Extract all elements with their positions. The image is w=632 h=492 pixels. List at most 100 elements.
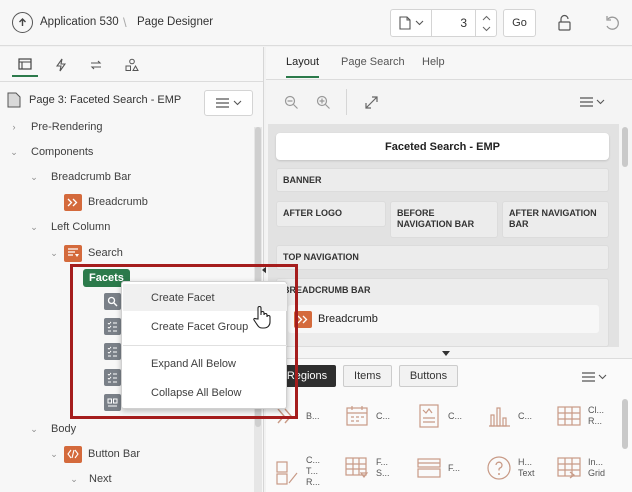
gallery-menu-button[interactable]	[580, 368, 608, 386]
gallery-item-chart[interactable]: C...	[486, 403, 532, 429]
page-designer-header: Application 530 \ Page Designer 3 Go	[0, 0, 632, 46]
gallery-item-calendar[interactable]: C...	[344, 403, 390, 429]
left-pane-tabs	[0, 47, 263, 82]
hamburger-icon	[581, 372, 595, 382]
page-designer-title: Page Designer	[137, 16, 214, 28]
lock-page-icon[interactable]	[553, 12, 577, 34]
chevron-down-icon[interactable]	[482, 26, 491, 32]
calendar-icon	[346, 406, 368, 426]
gallery-splitter-handle[interactable]	[442, 351, 450, 356]
chevron-down-icon[interactable]: ⌄	[49, 248, 59, 258]
tab-help[interactable]: Help	[422, 56, 445, 68]
zoom-in-icon[interactable]	[314, 93, 332, 111]
facet-range-icon[interactable]	[104, 394, 121, 411]
table-icon	[557, 406, 581, 426]
page-title-region[interactable]: Faceted Search - EMP	[276, 133, 609, 160]
layout-before-navigation-bar[interactable]: BEFORE NAVIGATION BAR	[390, 201, 498, 238]
tab-layout[interactable]: Layout	[286, 56, 320, 78]
chevron-down-icon[interactable]: ⌄	[29, 424, 39, 434]
page-number-input[interactable]: 3	[431, 9, 476, 37]
layout-scrollbar-thumb[interactable]	[622, 127, 628, 167]
chevron-down-icon	[415, 20, 423, 26]
gallery-item-interactive-grid[interactable]: In... Grid	[556, 455, 610, 481]
page-node-label: Page 3: Faceted Search - EMP	[29, 94, 182, 106]
page-number-stepper[interactable]	[475, 9, 497, 37]
gallery-item-help-text[interactable]: H... Text	[486, 455, 540, 481]
menu-item-collapse-all-below[interactable]: Collapse All Below	[123, 379, 287, 406]
zoom-out-icon[interactable]	[282, 93, 300, 111]
chevron-down-icon[interactable]: ⌄	[29, 222, 39, 232]
undo-icon[interactable]	[600, 12, 624, 34]
page-type-dropdown[interactable]	[390, 9, 432, 37]
chevron-right-icon[interactable]: ›	[9, 122, 19, 132]
layout-banner[interactable]: BANNER	[276, 168, 609, 192]
tree-next[interactable]: ⌄ Next	[0, 469, 111, 489]
faceted-search-icon	[345, 457, 369, 478]
right-pane-tabs: Layout Page Search Help	[266, 47, 632, 80]
gallery-item-form[interactable]: F...	[416, 455, 460, 481]
layout-top-navigation[interactable]: TOP NAVIGATION	[276, 245, 609, 270]
facet-search-icon[interactable]	[104, 293, 121, 310]
toolbar-divider	[346, 89, 347, 115]
page-icon	[398, 16, 411, 30]
bar-chart-icon	[489, 407, 510, 427]
layout-after-navigation-bar[interactable]: AFTER NAVIGATION BAR	[502, 201, 609, 238]
help-icon	[487, 456, 511, 480]
chevron-up-icon[interactable]	[482, 15, 491, 21]
gallery-item-content-row[interactable]: C... T... R...	[274, 455, 324, 488]
go-button[interactable]: Go	[503, 9, 536, 37]
right-pane: Layout Page Search Help Faceted Search -…	[266, 47, 632, 492]
facet-checkbox-icon[interactable]	[104, 369, 121, 386]
faceted-search-region-icon	[64, 244, 82, 262]
gallery-item-faceted-search[interactable]: F... S...	[344, 455, 394, 481]
cards-icon	[419, 404, 439, 428]
menu-item-expand-all-below[interactable]: Expand All Below	[123, 350, 287, 377]
tab-page-search[interactable]: Page Search	[341, 56, 405, 68]
app-up-arrow-icon[interactable]	[12, 12, 33, 33]
interactive-grid-icon	[557, 457, 581, 479]
context-menu: Create Facet Create Facet Group Expand A…	[121, 281, 287, 409]
chevron-down-icon	[233, 100, 241, 106]
processing-tab-icon[interactable]	[85, 53, 107, 77]
rendering-tab-icon[interactable]	[12, 53, 38, 77]
checkbox-list-icon	[276, 460, 298, 485]
tree-left-column[interactable]: ⌄ Left Column	[0, 217, 110, 237]
header-separator: \	[123, 15, 127, 30]
application-title[interactable]: Application 530	[40, 16, 119, 28]
tree-body[interactable]: ⌄ Body	[0, 419, 76, 439]
breadcrumb-region-icon	[294, 310, 312, 328]
button-bar-region-icon	[64, 445, 82, 463]
facet-checkbox-icon[interactable]	[104, 343, 121, 360]
page-node-menu-button[interactable]	[204, 90, 253, 116]
hand-cursor-icon	[252, 305, 272, 332]
tree-components[interactable]: ⌄ Components	[0, 142, 93, 162]
chevron-down-icon[interactable]: ⌄	[49, 449, 59, 459]
gallery-tab-buttons[interactable]: Buttons	[399, 365, 458, 387]
form-icon	[417, 458, 441, 478]
tree-search[interactable]: ⌄ Search	[0, 243, 123, 263]
tree-breadcrumb[interactable]: Breadcrumb	[64, 192, 148, 212]
gallery-tab-items[interactable]: Items	[343, 365, 392, 387]
tree-button-bar[interactable]: ⌄ Button Bar	[0, 444, 140, 464]
menu-divider	[123, 345, 287, 346]
tree-pre-rendering[interactable]: › Pre-Rendering	[0, 117, 103, 137]
expand-icon[interactable]	[362, 93, 380, 111]
chevron-down-icon[interactable]: ⌄	[69, 474, 79, 484]
layout-canvas: Faceted Search - EMP BANNER AFTER LOGO B…	[268, 124, 619, 347]
left-pane: Page 3: Faceted Search - EMP › Pre-Rende…	[0, 47, 264, 492]
shared-components-tab-icon[interactable]	[121, 53, 143, 77]
page-icon	[7, 92, 21, 108]
layout-toolbar	[266, 81, 620, 121]
layout-menu-button[interactable]	[578, 93, 606, 111]
layout-after-logo[interactable]: AFTER LOGO	[276, 201, 386, 227]
layout-breadcrumb-component[interactable]: Breadcrumb	[288, 305, 599, 333]
gallery-item-card[interactable]: C...	[416, 403, 462, 429]
gallery-scrollbar-thumb[interactable]	[622, 399, 628, 449]
chevron-down-icon[interactable]: ⌄	[9, 147, 19, 157]
dynamic-actions-tab-icon[interactable]	[50, 53, 72, 77]
gallery-panel: Regions Items Buttons B... C... C... C..…	[266, 358, 632, 492]
tree-breadcrumb-bar[interactable]: ⌄ Breadcrumb Bar	[0, 167, 131, 187]
gallery-item-classic-report[interactable]: Cl... R...	[556, 403, 608, 429]
chevron-down-icon[interactable]: ⌄	[29, 172, 39, 182]
facet-checkbox-icon[interactable]	[104, 318, 121, 335]
